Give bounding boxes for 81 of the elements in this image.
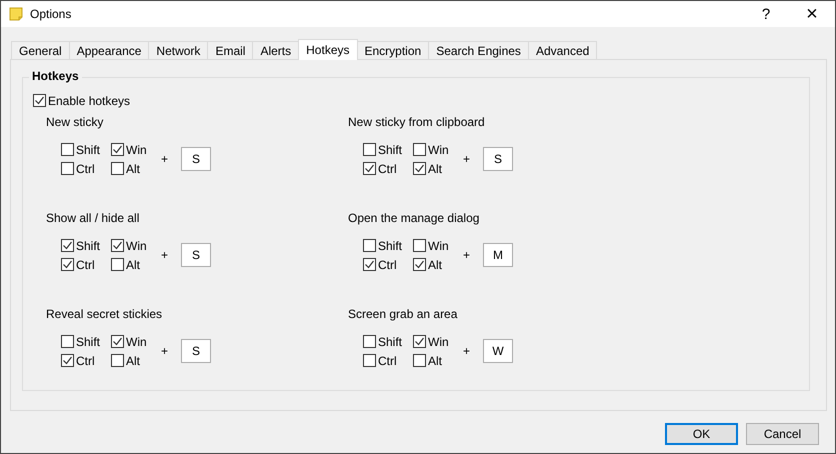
- plus-sign: +: [463, 344, 472, 358]
- checkbox[interactable]: [413, 258, 426, 271]
- key-field[interactable]: S: [181, 339, 211, 363]
- checkbox[interactable]: [61, 335, 74, 348]
- help-button[interactable]: ?: [743, 1, 789, 27]
- plus-sign: +: [161, 248, 170, 262]
- checkbox[interactable]: [363, 335, 376, 348]
- checkbox[interactable]: [413, 335, 426, 348]
- checkbox-label: Enable hotkeys: [48, 94, 130, 108]
- checkbox-label: Alt: [126, 258, 140, 272]
- hotkey-label: New sticky: [46, 115, 104, 131]
- checkbox[interactable]: [33, 94, 46, 107]
- checkbox[interactable]: [363, 258, 376, 271]
- tab[interactable]: Encryption: [356, 41, 430, 59]
- dialog-button[interactable]: Cancel: [746, 423, 819, 445]
- hotkey-label: Screen grab an area: [348, 307, 458, 323]
- checkbox-label: Alt: [428, 162, 442, 176]
- sticky-note-icon: [8, 6, 24, 22]
- checkbox-label: Ctrl: [76, 354, 95, 368]
- checkbox-label: Ctrl: [76, 162, 95, 176]
- checkbox[interactable]: [363, 162, 376, 175]
- tab[interactable]: Search Engines: [428, 41, 529, 59]
- checkbox[interactable]: [413, 162, 426, 175]
- checkbox[interactable]: [61, 354, 74, 367]
- close-button[interactable]: ×: [789, 1, 835, 27]
- key-field[interactable]: S: [181, 243, 211, 267]
- checkbox-label: Ctrl: [378, 258, 397, 272]
- checkbox-label: Ctrl: [378, 354, 397, 368]
- checkbox[interactable]: [111, 162, 124, 175]
- checkbox[interactable]: [61, 162, 74, 175]
- window-title: Options: [30, 7, 72, 21]
- checkbox-label: Shift: [76, 334, 100, 348]
- checkbox[interactable]: [111, 143, 124, 156]
- checkbox-label: Shift: [378, 142, 402, 156]
- plus-sign: +: [463, 248, 472, 262]
- checkbox-label: Shift: [76, 142, 100, 156]
- checkbox[interactable]: [363, 143, 376, 156]
- checkbox-label: Ctrl: [378, 162, 397, 176]
- key-field[interactable]: M: [483, 243, 513, 267]
- hotkey-label: Reveal secret stickies: [46, 307, 164, 323]
- checkbox[interactable]: [413, 143, 426, 156]
- checkbox[interactable]: [363, 354, 376, 367]
- plus-sign: +: [161, 344, 170, 358]
- checkbox-label: Win: [126, 334, 147, 348]
- group-title: Hotkeys: [29, 69, 82, 83]
- checkbox-label: Shift: [378, 334, 402, 348]
- key-field[interactable]: W: [483, 339, 513, 363]
- hotkey-label: Open the manage dialog: [348, 211, 480, 227]
- checkbox-label: Win: [126, 238, 147, 252]
- tab[interactable]: General: [11, 41, 70, 59]
- checkbox-label: Win: [126, 142, 147, 156]
- checkbox[interactable]: [111, 239, 124, 252]
- hotkey-label: New sticky from clipboard: [348, 115, 486, 131]
- checkbox-label: Alt: [126, 354, 140, 368]
- checkbox[interactable]: [111, 354, 124, 367]
- checkbox-label: Win: [428, 142, 449, 156]
- checkbox[interactable]: [413, 354, 426, 367]
- checkbox[interactable]: [61, 143, 74, 156]
- checkbox[interactable]: [61, 258, 74, 271]
- checkbox-label: Alt: [126, 162, 140, 176]
- tab[interactable]: Advanced: [528, 41, 598, 59]
- checkbox-label: Win: [428, 238, 449, 252]
- checkbox[interactable]: [111, 335, 124, 348]
- hotkey-label: Show all / hide all: [46, 211, 140, 227]
- checkbox-label: Ctrl: [76, 258, 95, 272]
- key-field[interactable]: S: [181, 147, 211, 171]
- key-field[interactable]: S: [483, 147, 513, 171]
- tab[interactable]: Hotkeys: [298, 39, 358, 60]
- plus-sign: +: [463, 152, 472, 166]
- tab[interactable]: Appearance: [68, 41, 150, 59]
- checkbox-label: Shift: [378, 238, 402, 252]
- checkbox[interactable]: [363, 239, 376, 252]
- checkbox[interactable]: [111, 258, 124, 271]
- dialog-button[interactable]: OK: [665, 423, 738, 445]
- checkbox-label: Win: [428, 334, 449, 348]
- plus-sign: +: [161, 152, 170, 166]
- checkbox[interactable]: [61, 239, 74, 252]
- checkbox[interactable]: [413, 239, 426, 252]
- checkbox-label: Alt: [428, 258, 442, 272]
- checkbox-label: Shift: [76, 238, 100, 252]
- checkbox-label: Alt: [428, 354, 442, 368]
